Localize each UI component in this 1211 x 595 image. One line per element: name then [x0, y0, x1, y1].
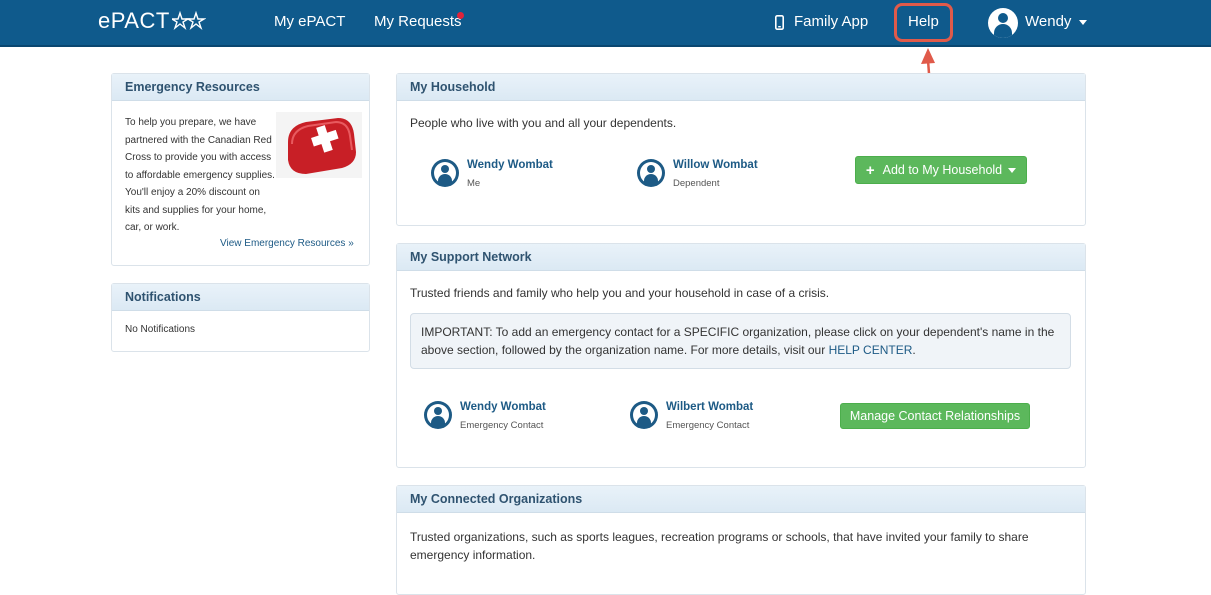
- add-to-household-button[interactable]: + Add to My Household: [855, 156, 1027, 184]
- connected-organizations-description: Trusted organizations, such as sports le…: [410, 530, 1029, 562]
- family-app-link[interactable]: Family App: [794, 13, 868, 30]
- household-member-role: Dependent: [673, 178, 720, 189]
- epact-logo[interactable]: ePACT: [98, 8, 206, 34]
- emergency-resources-title: Emergency Resources: [112, 74, 369, 101]
- phone-icon: [775, 15, 784, 30]
- notification-dot: [457, 12, 464, 19]
- emergency-resources-panel: Emergency Resources To help you prepare,…: [111, 73, 370, 266]
- notice-text: IMPORTANT: To add an emergency contact f…: [421, 325, 1055, 357]
- household-description: People who live with you and all your de…: [410, 116, 677, 130]
- nav-my-epact[interactable]: My ePACT: [274, 13, 345, 30]
- person-icon: [431, 159, 459, 187]
- nav-my-requests[interactable]: My Requests: [374, 13, 462, 30]
- emergency-resources-text: To help you prepare, we have partnered w…: [125, 117, 275, 233]
- user-avatar-icon[interactable]: [988, 8, 1018, 38]
- contact-name[interactable]: Wendy Wombat: [460, 401, 546, 413]
- no-notifications-text: No Notifications: [125, 324, 196, 335]
- manage-contact-relationships-label: Manage Contact Relationships: [849, 409, 1021, 423]
- contact-name[interactable]: Wilbert Wombat: [666, 401, 753, 413]
- notifications-panel: Notifications No Notifications: [111, 283, 370, 352]
- connected-organizations-title: My Connected Organizations: [397, 486, 1085, 513]
- logo-text: ePACT: [98, 8, 170, 33]
- contact-role: Emergency Contact: [460, 420, 544, 431]
- household-panel: My Household People who live with you an…: [396, 73, 1086, 226]
- support-network-panel: My Support Network Trusted friends and f…: [396, 243, 1086, 468]
- stars-icon: [171, 10, 206, 31]
- contact-role: Emergency Contact: [666, 420, 750, 431]
- household-member-role: Me: [467, 178, 481, 189]
- notice-end: .: [912, 343, 916, 357]
- household-member-name[interactable]: Wendy Wombat: [467, 159, 553, 171]
- person-icon: [630, 401, 658, 429]
- support-network-description: Trusted friends and family who help you …: [410, 286, 830, 300]
- important-notice: IMPORTANT: To add an emergency contact f…: [410, 313, 1071, 369]
- manage-contact-relationships-button[interactable]: Manage Contact Relationships: [840, 403, 1030, 429]
- chevron-down-icon: [1008, 167, 1017, 173]
- person-icon: [637, 159, 665, 187]
- top-navigation-bar: ePACT My ePACT My Requests Family App He…: [0, 0, 1211, 47]
- user-name: Wendy: [1025, 13, 1072, 30]
- support-network-title: My Support Network: [397, 244, 1085, 271]
- view-emergency-resources-link[interactable]: View Emergency Resources »: [220, 238, 354, 249]
- help-center-link[interactable]: HELP CENTER: [829, 343, 913, 357]
- plus-icon: +: [865, 161, 875, 179]
- chevron-down-icon: [1079, 19, 1088, 25]
- user-menu[interactable]: Wendy: [1025, 13, 1088, 30]
- connected-organizations-panel: My Connected Organizations Trusted organ…: [396, 485, 1086, 595]
- person-icon: [424, 401, 452, 429]
- household-member-name[interactable]: Willow Wombat: [673, 159, 758, 171]
- household-title: My Household: [397, 74, 1085, 101]
- add-to-household-label: Add to My Household: [882, 163, 1003, 177]
- help-highlight-box: [894, 3, 953, 42]
- notifications-title: Notifications: [112, 284, 369, 311]
- first-aid-kit-icon: [276, 112, 362, 178]
